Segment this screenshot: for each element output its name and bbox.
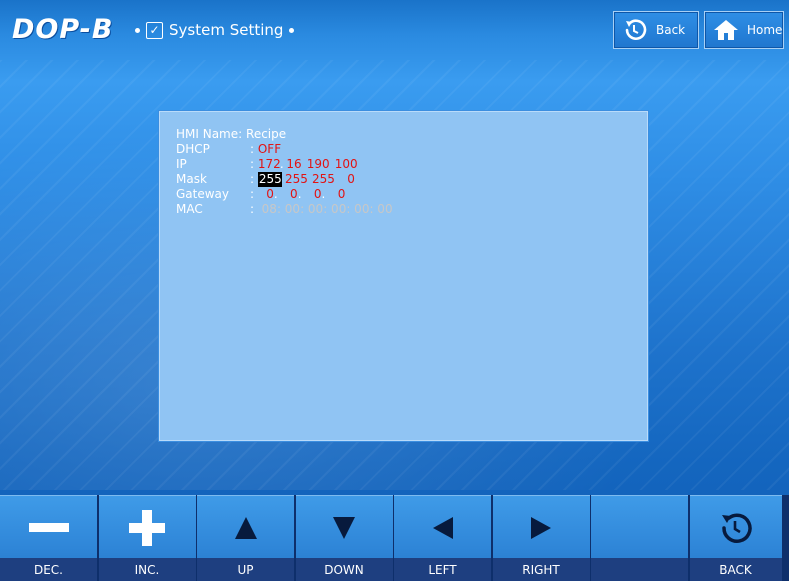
back-button[interactable]: Back [613,11,699,49]
mask-octet-4[interactable]: 0 [335,172,355,187]
dop-b-logo: DOP-B [12,13,114,45]
up-button[interactable]: UP [197,495,294,581]
left-button[interactable]: LEFT [394,495,491,581]
bullet-icon [135,27,140,33]
ip-octet-3[interactable]: 190 [302,157,330,172]
home-icon [713,18,739,42]
gateway-label: Gateway [176,187,230,201]
checkbox-icon: ✓ [146,21,163,39]
gateway-octet-4[interactable]: 0 [325,187,346,202]
back-key-label: BACK [689,558,782,581]
ip-octet-4[interactable]: 100 [330,157,358,172]
ip-octet-2[interactable]: 16 [284,157,301,172]
dec-button[interactable]: DEC. [0,495,97,581]
mask-row: Mask : 255 255 255 0 [176,172,355,187]
page-title: System Setting [169,21,284,39]
left-button-label: LEFT [394,558,491,581]
mac-label: MAC [176,202,203,216]
blank-key-label [591,558,688,581]
plus-icon [99,504,196,552]
mask-octet-3[interactable]: 255 [308,172,335,187]
dhcp-value[interactable]: OFF [258,142,281,157]
back-button-label: Back [656,23,686,37]
back-key[interactable]: BACK [689,495,782,581]
dec-button-label: DEC. [0,558,97,581]
gateway-octet-1[interactable]: 0 [258,187,274,202]
blank-key [591,495,688,581]
down-button-label: DOWN [295,558,393,581]
mac-value: 08: 00: 00: 00: 00: 00 [261,202,393,216]
bullet-icon [289,27,295,33]
network-info-panel: HMI Name: Recipe DHCP : OFF IP : 172 . 1… [159,111,648,441]
arrow-up-icon [197,504,294,552]
arrow-right-icon [493,504,590,552]
ip-octet-1[interactable]: 172 [258,157,281,172]
mask-label: Mask [176,172,207,186]
ip-label: IP [176,157,187,171]
mac-row: MAC : 08: 00: 00: 00: 00: 00 [176,202,393,216]
breadcrumb: ✓ System Setting [135,18,295,42]
hmi-name-value: Recipe [246,127,287,141]
home-button-label: Home [747,23,783,37]
back-icon [690,504,782,552]
arrow-down-icon [296,504,393,552]
right-button[interactable]: RIGHT [492,495,590,581]
dhcp-row: DHCP : OFF [176,142,282,157]
back-icon [622,17,648,43]
inc-button-label: INC. [98,558,196,581]
minus-icon [0,504,97,552]
inc-button[interactable]: INC. [98,495,196,581]
ip-row: IP : 172 . 16 190 100 [176,157,358,172]
right-button-label: RIGHT [492,558,590,581]
down-button[interactable]: DOWN [295,495,393,581]
gateway-octet-3[interactable]: 0 [302,187,322,202]
gateway-row: Gateway : 0 . 0 . 0 . 0 [176,187,346,202]
mask-octet-2[interactable]: 255 [282,172,308,187]
gateway-octet-2[interactable]: 0 [278,187,298,202]
network-info: HMI Name: Recipe DHCP : OFF IP : 172 . 1… [176,127,393,217]
mask-octet-1[interactable]: 255 [257,172,282,187]
up-button-label: UP [197,558,294,581]
dhcp-label: DHCP [176,142,210,156]
hmi-name-row: HMI Name: Recipe [176,127,393,142]
function-key-bar: DEC. INC. UP DOWN LEFT RIGHT BACK [0,495,789,581]
home-button[interactable]: Home [704,11,784,49]
hmi-screen: DOP-B ✓ System Setting Back Home HMI Nam… [0,0,789,581]
arrow-left-icon [394,504,491,552]
header-bar: DOP-B ✓ System Setting Back Home [0,0,789,58]
hmi-name-label: HMI Name: [176,127,243,141]
